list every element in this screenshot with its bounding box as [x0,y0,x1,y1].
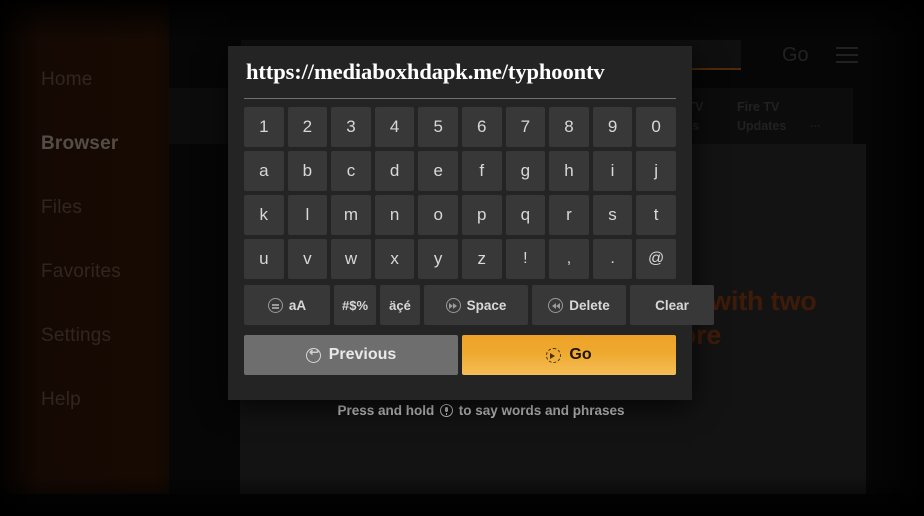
key-q[interactable]: q [505,195,546,235]
key-accents[interactable]: äçé [380,285,420,325]
key-t[interactable]: t [636,195,676,235]
key-k[interactable]: k [244,195,284,235]
key-8[interactable]: 8 [549,107,589,147]
key-v[interactable]: v [287,239,328,279]
remote-play-icon [546,347,562,363]
key-g[interactable]: g [505,151,546,191]
key-s[interactable]: s [592,195,633,235]
keyboard-row-k-t: k l m n o p q r s t [244,195,676,235]
key-space[interactable]: Space [424,285,528,325]
key-delete-label: Delete [569,297,610,313]
key-u[interactable]: u [244,239,284,279]
remote-rewind-icon [548,297,564,313]
key-9[interactable]: 9 [592,107,633,147]
key-period[interactable]: . [592,239,633,279]
key-5[interactable]: 5 [418,107,458,147]
bottom-strip [0,494,924,516]
key-6[interactable]: 6 [461,107,502,147]
sidebar-item-home[interactable]: Home [0,48,169,112]
key-c[interactable]: c [331,151,371,191]
sidebar-item-files[interactable]: Files [0,176,169,240]
remote-menu-icon [267,297,283,313]
site-nav-item-more[interactable]: ... [810,114,820,133]
key-l[interactable]: l [287,195,328,235]
key-at[interactable]: @ [636,239,676,279]
key-m[interactable]: m [331,195,371,235]
key-e[interactable]: e [418,151,458,191]
keyboard-action-row: Previous Go [244,335,676,375]
site-nav-item-2[interactable]: Fire TV Updates [737,98,786,136]
key-7[interactable]: 7 [505,107,546,147]
key-x[interactable]: x [374,239,415,279]
key-4[interactable]: 4 [374,107,415,147]
sidebar-item-help[interactable]: Help [0,368,169,432]
key-w[interactable]: w [331,239,371,279]
voice-hint-after: to say words and phrases [458,403,625,418]
microphone-icon [439,404,453,417]
remote-back-icon [305,345,322,363]
key-symbols[interactable]: #$% [334,285,376,325]
key-comma[interactable]: , [549,239,589,279]
go-button[interactable]: Go [462,335,676,375]
remote-fast-forward-icon [445,297,461,313]
sidebar: Home Browser Files Favorites Settings He… [0,0,169,516]
key-f[interactable]: f [461,151,502,191]
hamburger-menu-icon[interactable] [836,47,858,68]
sidebar-item-settings[interactable]: Settings [0,304,169,368]
key-y[interactable]: y [418,239,458,279]
previous-button[interactable]: Previous [244,335,458,375]
key-a[interactable]: a [244,151,284,191]
key-clear[interactable]: Clear [630,285,714,325]
key-exclamation[interactable]: ! [505,239,546,279]
voice-input-hint: Press and hold to say words and phrases [169,403,793,418]
keyboard-row-numbers: 1 2 3 4 5 6 7 8 9 0 [244,107,676,147]
key-toggle-case[interactable]: aA [244,285,330,325]
key-0[interactable]: 0 [636,107,676,147]
keyboard-row-u-at: u v w x y z ! , . @ [244,239,676,279]
key-p[interactable]: p [461,195,502,235]
url-text-field[interactable]: https://mediaboxhdapk.me/typhoontv [244,46,676,98]
key-r[interactable]: r [549,195,589,235]
key-j[interactable]: j [636,151,676,191]
key-h[interactable]: h [549,151,589,191]
browser-go-button[interactable]: Go [782,44,809,67]
key-z[interactable]: z [461,239,502,279]
keyboard-row-a-j: a b c d e f g h i j [244,151,676,191]
key-2[interactable]: 2 [287,107,328,147]
key-b[interactable]: b [287,151,328,191]
key-delete[interactable]: Delete [532,285,626,325]
key-1[interactable]: 1 [244,107,284,147]
key-o[interactable]: o [418,195,458,235]
voice-hint-before: Press and hold [337,403,435,418]
key-d[interactable]: d [374,151,415,191]
key-n[interactable]: n [374,195,415,235]
key-toggle-case-label: aA [288,297,307,313]
sidebar-item-browser[interactable]: Browser [0,112,169,176]
sidebar-item-favorites[interactable]: Favorites [0,240,169,304]
key-space-label: Space [466,297,507,313]
key-i[interactable]: i [592,151,633,191]
onscreen-keyboard-dialog: https://mediaboxhdapk.me/typhoontv 1 2 3… [228,46,714,400]
previous-button-label: Previous [328,346,397,363]
key-3[interactable]: 3 [331,107,371,147]
keyboard-function-row: aA #$% äçé Space Delete Clear [244,285,714,325]
screen-root: Home Browser Files Favorites Settings He… [0,0,924,516]
url-field-separator [244,98,676,99]
go-button-label: Go [569,346,592,363]
